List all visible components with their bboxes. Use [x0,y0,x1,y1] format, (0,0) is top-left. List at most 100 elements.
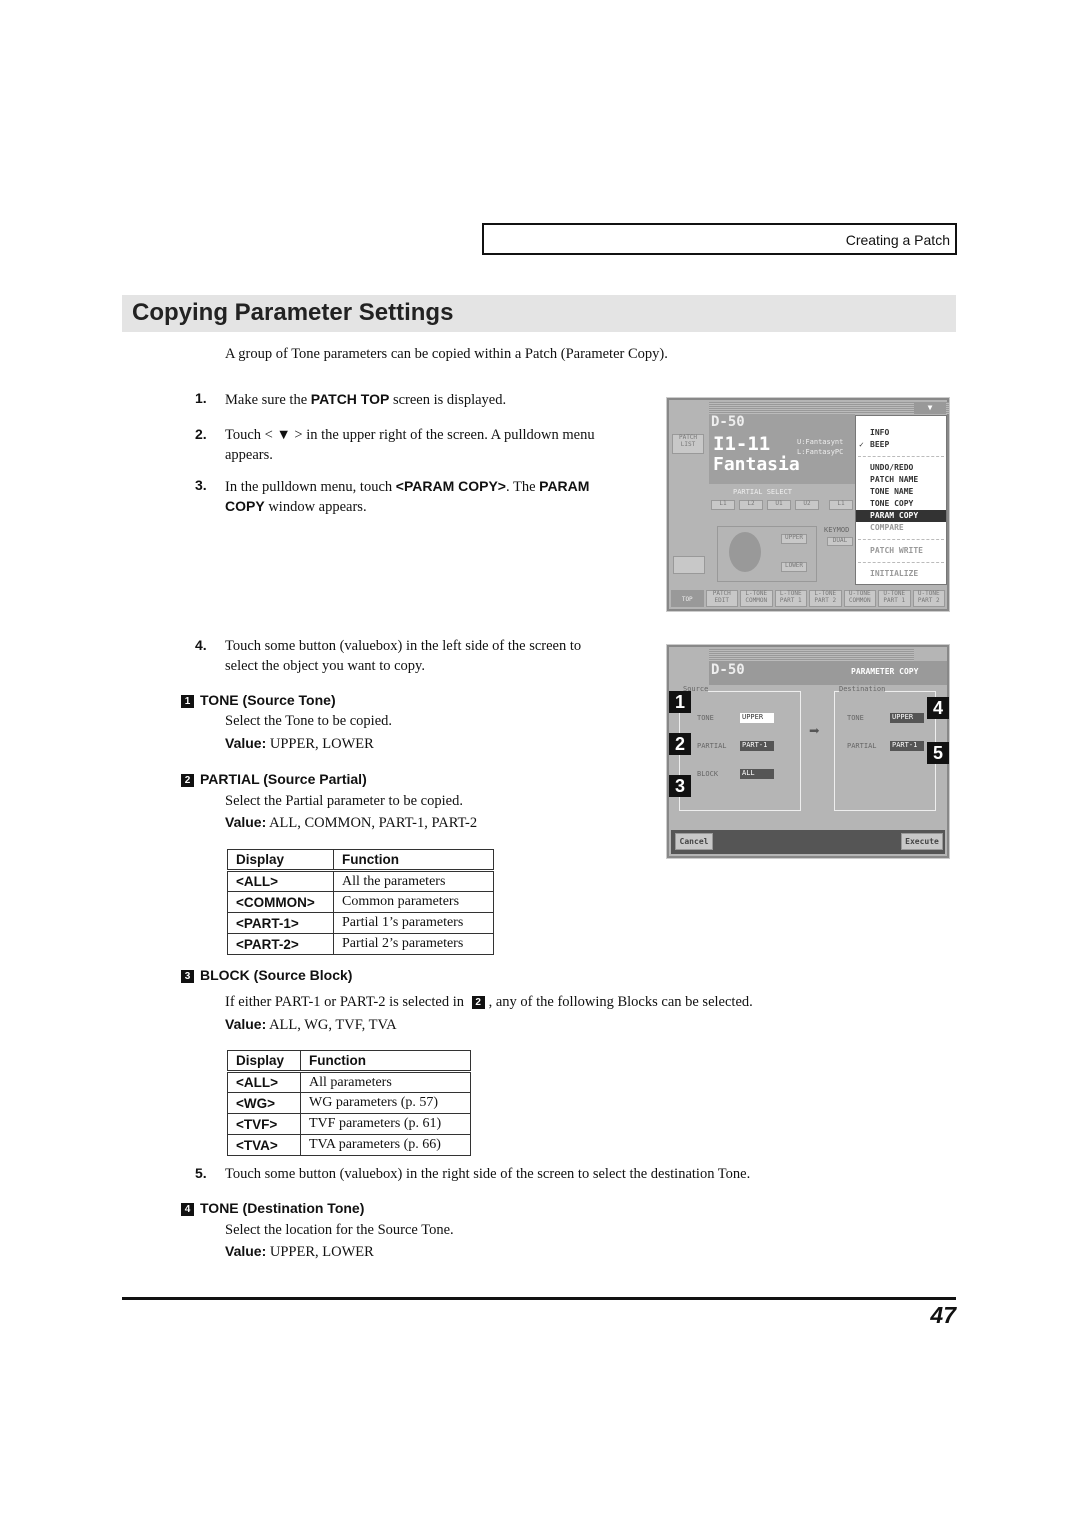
item-2-desc: Select the Partial parameter to be copie… [225,793,463,809]
step-number: 5. [195,1165,207,1181]
partial-button: L2 [739,500,763,510]
partial-table: Display Function <ALL> All the parameters … [227,849,494,955]
parameter-copy-screenshot: D-50 PARAMETER COPY Source Destination T… [666,644,950,859]
callout-2: 2 [669,733,691,755]
page-title: Copying Parameter Settings [132,299,454,326]
patch-name: Fantasia [713,454,800,475]
menu-item-info: INFO [870,428,890,437]
screen-title: PARAMETER COPY [851,667,919,676]
upper-button: UPPER [781,534,807,544]
step-1-text: Make sure the PATCH TOP screen is displa… [225,391,507,408]
table-row: <ALL> All the parameters [227,870,494,892]
tab-l-tone-part1: L-TONE PART 1 [774,590,807,607]
lower-tone: L:FantasyPC [797,448,844,456]
step-number: 4. [195,637,207,653]
patch-top-screenshot: D-50 PATCH LIST I1-11 Fantasia U:Fantasy… [666,397,950,612]
step-5-text: Touch some button (valuebox) in the righ… [225,1166,751,1182]
pulldown-menu: INFO ✓ BEEP UNDO/REDO PATCH NAME TONE NAM… [855,415,947,585]
table-row: <COMMON> Common parameters [227,891,494,913]
table-row: <PART-2> Partial 2’s parameters [227,933,494,955]
cancel-button: Cancel [675,833,713,850]
step-4-text: Touch some button (valuebox) in the left… [225,638,582,654]
tab-l-tone-common: L-TONE COMMON [740,590,773,607]
callout-3: 3 [669,775,691,797]
partial-button: L1 [829,500,853,510]
tab-l-tone-part2: L-TONE PART 2 [809,590,842,607]
step-number: 1. [195,390,207,406]
item-4-value: Value: UPPER, LOWER [225,1243,374,1260]
tab-patch-edit: PATCH EDIT [705,590,738,607]
patch-list-button: PATCH LIST [672,434,704,454]
source-tone-value: UPPER [740,713,774,723]
patch-number: I1-11 [713,433,771,455]
item-1-heading: 1 TONE (Source Tone) [181,692,336,708]
step-3-text: In the pulldown menu, touch <PARAM COPY>… [225,478,590,495]
tab-u-tone-part1: U-TONE PART 1 [878,590,911,607]
menu-item-param-copy: PARAM COPY [856,510,946,522]
step-4-text-cont: select the object you want to copy. [225,658,425,674]
execute-button: Execute [901,833,943,850]
item-1-desc: Select the Tone to be copied. [225,713,393,729]
menu-item-patch-write: PATCH WRITE [870,546,923,555]
callout-5: 5 [927,742,949,764]
destination-partial-value: PART-1 [890,741,924,751]
tab-u-tone-common: U-TONE COMMON [843,590,876,607]
destination-label: Destination [839,685,886,693]
menu-item-patch-name: PATCH NAME [870,475,919,484]
item-4-heading: 4 TONE (Destination Tone) [181,1200,364,1216]
section-header: Creating a Patch [482,223,957,255]
lower-button: LOWER [781,562,807,572]
item-3-desc: If either PART-1 or PART-2 is selected i… [225,994,753,1010]
source-partial-value: PART-1 [740,741,774,751]
item-4-desc: Select the location for the Source Tone. [225,1222,454,1238]
source-block-value: ALL [740,769,774,779]
menu-item-compare: COMPARE [870,523,904,532]
partial-button: L1 [711,500,735,510]
tab-bar: TOP PATCH EDIT L-TONE COMMON L-TONE PART… [669,588,947,609]
callout-4: 4 [927,697,949,719]
dual-value: DUAL [827,537,853,546]
table-row: <TVA> TVA parameters (p. 66) [227,1134,471,1156]
partial-select-label: PARTIAL SELECT [733,488,793,496]
tone-label: TONE [847,714,864,722]
step-number: 2. [195,426,207,442]
tab-u-tone-part2: U-TONE PART 2 [912,590,945,607]
destination-tone-value: UPPER [890,713,924,723]
menu-dropdown-button: ▼ [914,402,946,414]
d50-logo: D-50 [711,662,745,678]
upper-tone: U:Fantasynt [797,438,844,446]
item-1-value: Value: UPPER, LOWER [225,735,374,752]
check-icon: ✓ [859,440,864,449]
item-2-heading: 2 PARTIAL (Source Partial) [181,771,367,787]
joystick-icon [729,532,761,572]
tone-label: TONE [697,714,714,722]
step-2-text: Touch < ▼ > in the upper right of the sc… [225,427,595,443]
tab-top: TOP [671,590,704,607]
page-number: 47 [930,1302,956,1328]
settings-icon [673,556,705,574]
block-table: Display Function <ALL> All parameters <WG>… [227,1050,471,1156]
d50-logo: D-50 [711,414,745,430]
menu-item-beep: ✓ BEEP [859,440,890,449]
item-3-value: Value: ALL, WG, TVF, TVA [225,1016,397,1033]
partial-button: U2 [795,500,819,510]
menu-item-initialize: INITIALIZE [870,569,919,578]
partial-label: PARTIAL [847,742,877,750]
step-number: 3. [195,477,207,493]
block-label: BLOCK [697,770,719,778]
callout-1: 1 [669,691,691,713]
table-row: <TVF> TVF parameters (p. 61) [227,1113,471,1135]
menu-item-undo-redo: UNDO/REDO [870,463,914,472]
arrow-right-icon: ➡ [809,721,820,742]
table-row: <PART-1> Partial 1’s parameters [227,912,494,934]
table-row: <ALL> All parameters [227,1071,471,1093]
step-2-text-cont: appears. [225,447,273,463]
menu-item-tone-copy: TONE COPY [870,499,914,508]
footer-rule [122,1297,956,1300]
partial-button: U1 [767,500,791,510]
table-row: <WG> WG parameters (p. 57) [227,1092,471,1114]
page-title-bar: Copying Parameter Settings [122,295,956,332]
keymode-label: KEYMOD [824,526,850,534]
item-3-heading: 3 BLOCK (Source Block) [181,967,352,983]
item-2-value: Value: ALL, COMMON, PART-1, PART-2 [225,814,478,831]
